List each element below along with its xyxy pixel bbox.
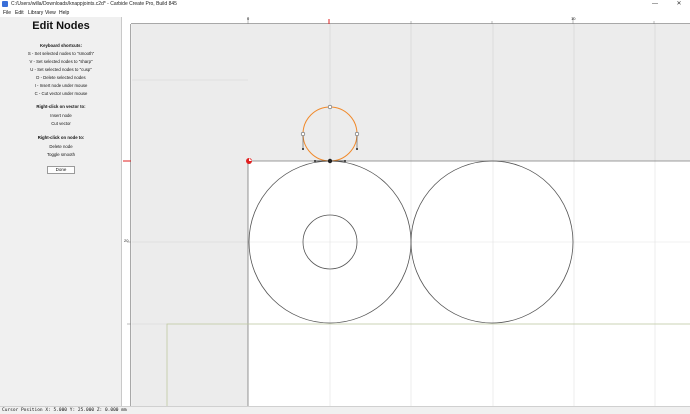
origin-marker-icon [246, 158, 252, 164]
menu-help[interactable]: Help [59, 10, 69, 16]
stock-area [248, 161, 690, 406]
app-icon [2, 1, 8, 7]
control-point[interactable] [356, 148, 358, 150]
menu-library[interactable]: Library [28, 10, 43, 16]
menu-view[interactable]: View [45, 10, 56, 16]
node-left[interactable] [300, 131, 306, 137]
vertical-ruler: 20 [123, 24, 131, 406]
minimize-button[interactable]: — [648, 0, 662, 9]
design-canvas[interactable] [132, 24, 690, 406]
shortcut-line: S - Set selected nodes to "smooth" [27, 51, 95, 56]
done-button[interactable]: Done [47, 166, 75, 174]
close-button[interactable]: ✕ [672, 0, 686, 9]
h-ruler-label: 10 [571, 16, 576, 21]
node-bottom-selected[interactable] [327, 158, 333, 164]
shortcut-line: V - Set selected nodes to "sharp" [29, 59, 93, 64]
vector-actions-title: Right-click on vector to: [36, 104, 86, 109]
horizontal-ruler-ticks [247, 17, 655, 24]
menu-edit[interactable]: Edit [15, 10, 24, 16]
shortcut-line: C - Cut vector under mouse [34, 91, 88, 96]
menu-bar: File Edit Library View Help [0, 9, 690, 17]
horizontal-ruler: 0 10 [131, 16, 690, 24]
vertical-ruler-ticks [123, 160, 131, 325]
node-actions-title: Right-click on node to: [37, 135, 85, 140]
node-right[interactable] [354, 131, 360, 137]
shortcuts-title: Keyboard shortcuts: [39, 43, 83, 48]
panel-heading: Edit Nodes [32, 20, 90, 32]
node-action: Toggle smooth [47, 152, 75, 157]
ruler-corner [123, 17, 131, 24]
shortcut-line: I - Insert node under mouse [34, 83, 88, 88]
edit-nodes-panel: Edit Nodes Keyboard shortcuts: S - Set s… [0, 17, 122, 406]
node-action: Delete node [49, 144, 73, 149]
vector-action: Cut vector [51, 121, 71, 126]
vector-action: Insert node [50, 113, 72, 118]
control-point[interactable] [314, 160, 316, 162]
v-ruler-label: 20 [124, 238, 129, 243]
node-top[interactable] [327, 104, 333, 110]
menu-file[interactable]: File [3, 10, 11, 16]
title-bar: C:/Users/willa/Downloads/knappjoints.c2d… [0, 0, 690, 9]
control-point[interactable] [344, 160, 346, 162]
cursor-position: Cursor Position X: 5.000 Y: 25.000 Z: 0.… [2, 408, 127, 413]
h-ruler-label: 0 [247, 16, 250, 21]
status-bar: Cursor Position X: 5.000 Y: 25.000 Z: 0.… [0, 406, 690, 414]
shortcut-line: U - Set selected nodes to "cusp" [30, 67, 92, 72]
control-point[interactable] [302, 148, 304, 150]
window-title: C:/Users/willa/Downloads/knappjoints.c2d… [11, 1, 177, 7]
shortcut-line: D - Delete selected nodes [36, 75, 86, 80]
canvas-drawing [132, 24, 690, 406]
